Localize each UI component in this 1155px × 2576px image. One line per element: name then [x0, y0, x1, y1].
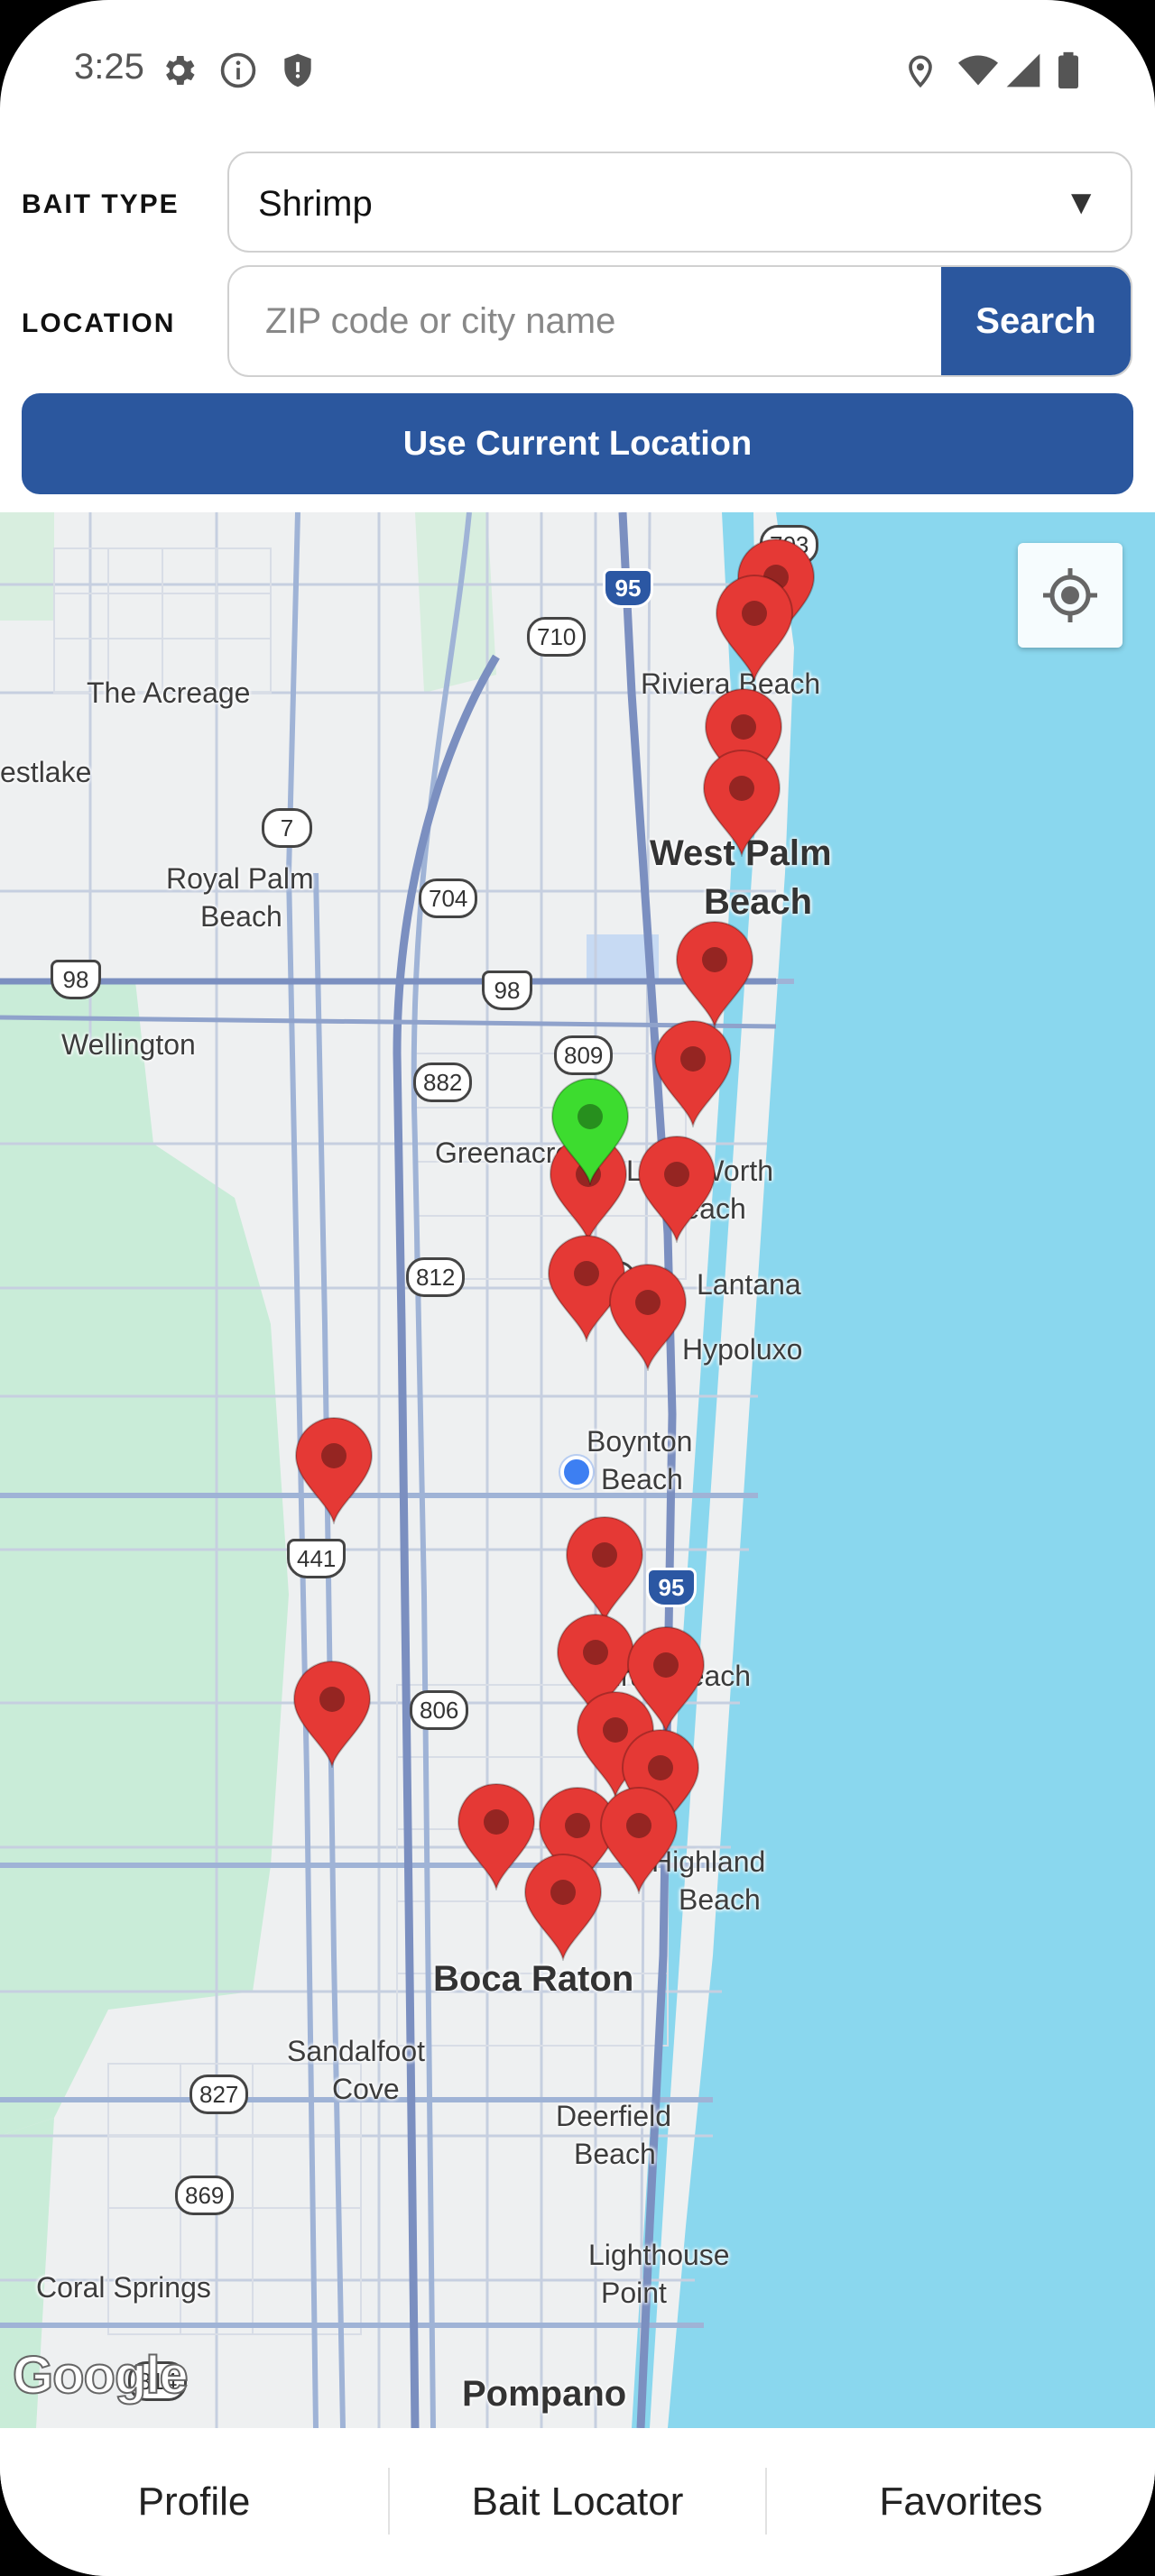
bait-shop-pin[interactable] — [291, 1660, 374, 1768]
map-view[interactable]: The Acreage estlake Royal Palm Beach Wel… — [0, 512, 1155, 2428]
road-shield-704: 704 — [419, 879, 478, 918]
bait-shop-pin[interactable] — [651, 1019, 735, 1127]
place-label-lantana: Lantana — [697, 1268, 801, 1301]
status-bar: 3:25 — [0, 0, 1155, 144]
place-label-the-acreage: The Acreage — [87, 676, 251, 709]
place-label-westlake: estlake — [0, 756, 92, 788]
place-label-deerfield-beach-2: Beach — [574, 2138, 656, 2170]
tab-bait-locator[interactable]: Bait Locator — [390, 2428, 765, 2576]
selected-shop-pin[interactable] — [549, 1077, 632, 1185]
search-button[interactable]: Search — [941, 267, 1131, 375]
user-location-dot — [560, 1456, 593, 1488]
location-input[interactable] — [229, 267, 942, 375]
bait-shop-pin[interactable] — [606, 1263, 689, 1371]
road-shield-us98-east: 98 — [482, 971, 532, 1010]
place-label-boca-raton: Boca Raton — [433, 1959, 634, 1999]
place-label-hypoluxo: Hypoluxo — [682, 1333, 803, 1366]
my-location-button[interactable] — [1018, 543, 1123, 648]
bait-type-select[interactable]: Shrimp ▼ — [227, 152, 1132, 253]
road-shield-7: 7 — [262, 808, 312, 848]
google-logo: Google — [12, 2345, 189, 2406]
battery-icon — [1058, 51, 1078, 89]
place-label-sandalfoot-cove-2: Cove — [332, 2073, 400, 2105]
bottom-nav: Profile Bait Locator Favorites — [0, 2428, 1155, 2576]
bait-shop-pin[interactable] — [597, 1786, 680, 1894]
place-label-boynton-beach: Boynton — [587, 1425, 693, 1458]
road-shield-827: 827 — [189, 2075, 249, 2114]
wifi-icon — [958, 55, 998, 86]
road-shield-i95-north: 95 — [603, 568, 653, 608]
bait-shop-pin[interactable] — [563, 1515, 646, 1624]
bait-shop-pin[interactable] — [635, 1135, 718, 1243]
place-label-boynton-beach-2: Beach — [601, 1463, 683, 1495]
gear-icon — [166, 56, 195, 85]
place-label-sandalfoot-cove: Sandalfoot — [287, 2035, 426, 2067]
road-shield-882: 882 — [413, 1063, 473, 1102]
road-shield-us441: 441 — [287, 1539, 346, 1578]
signal-icon — [1006, 53, 1040, 87]
info-icon — [220, 52, 256, 88]
place-label-west-palm-beach-2: Beach — [704, 882, 813, 922]
place-label-lighthouse-point: Lighthouse — [588, 2239, 730, 2271]
place-label-royal-palm-beach-2: Beach — [200, 900, 282, 933]
location-search-group: Search — [227, 265, 1132, 377]
crosshair-icon — [1043, 568, 1097, 622]
road-shield-710: 710 — [527, 617, 587, 657]
place-label-deerfield-beach: Deerfield — [556, 2100, 672, 2132]
road-shield-809: 809 — [554, 1035, 614, 1075]
use-current-location-button[interactable]: Use Current Location — [22, 393, 1133, 494]
road-shield-812-west: 812 — [406, 1257, 466, 1297]
status-time: 3:25 — [74, 47, 144, 87]
road-shield-869: 869 — [175, 2176, 235, 2215]
location-icon — [909, 55, 932, 88]
bait-type-value: Shrimp — [258, 184, 373, 224]
chevron-down-icon: ▼ — [1064, 184, 1098, 222]
bait-shop-pin[interactable] — [713, 574, 796, 682]
place-label-pompano: Pompano — [462, 2374, 627, 2414]
place-label-highland-beach-2: Beach — [679, 1883, 761, 1916]
road-shield-us98-west: 98 — [51, 960, 101, 999]
place-label-lighthouse-point-2: Point — [601, 2277, 667, 2309]
place-label-wellington: Wellington — [61, 1028, 196, 1061]
bait-shop-pin[interactable] — [673, 920, 756, 1028]
bait-shop-pin[interactable] — [292, 1416, 375, 1524]
road-shield-i95-south: 95 — [646, 1568, 697, 1607]
tab-favorites[interactable]: Favorites — [767, 2428, 1155, 2576]
app-screen: 3:25 BAIT TYPE Shrimp ▼ LOCATION Sea — [0, 0, 1155, 2576]
bait-shop-pin[interactable] — [700, 749, 783, 857]
location-label: LOCATION — [22, 308, 176, 338]
place-label-coral-springs: Coral Springs — [36, 2271, 211, 2304]
bait-shop-pin[interactable] — [522, 1853, 605, 1961]
shield-icon — [284, 53, 311, 87]
road-shield-806: 806 — [410, 1690, 469, 1730]
tab-profile[interactable]: Profile — [0, 2428, 388, 2576]
place-label-royal-palm-beach: Royal Palm — [166, 862, 314, 895]
bait-type-label: BAIT TYPE — [22, 189, 180, 219]
